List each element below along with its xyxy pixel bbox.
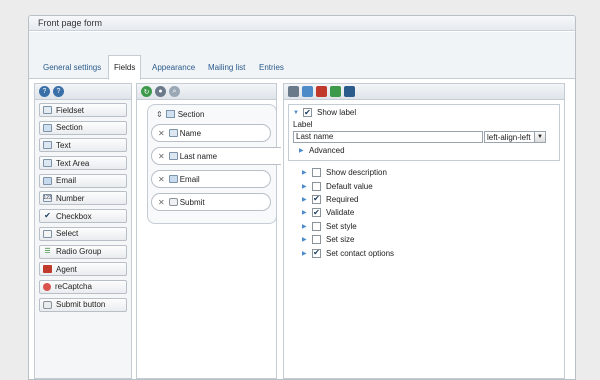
set-style-checkbox[interactable] [312, 221, 321, 231]
form-field-email[interactable]: ✕ Email [151, 170, 271, 188]
label-text-input[interactable]: Last name [293, 131, 483, 144]
palette-checkbox-button[interactable]: ✔ Checkbox [39, 209, 127, 224]
palette-email-button[interactable]: Email [39, 173, 127, 188]
expand-arrow-icon[interactable]: ▶ [302, 236, 312, 243]
expand-arrow-icon[interactable]: ▶ [302, 209, 312, 216]
section-icon [43, 123, 52, 132]
palette-text-button[interactable]: Text [39, 138, 127, 153]
properties-toolbar [284, 84, 564, 100]
text-icon [43, 141, 52, 150]
expand-arrow-icon[interactable]: ▶ [299, 147, 309, 154]
required-checkbox[interactable]: ✔ [312, 194, 321, 204]
recaptcha-icon [43, 282, 51, 291]
window-title: Front page form [29, 16, 575, 31]
remove-icon[interactable]: ✕ [158, 152, 165, 161]
refresh-icon[interactable]: ↻ [141, 86, 152, 97]
label-heading: Label [293, 120, 313, 130]
set-contact-options-checkbox[interactable]: ✔ [312, 248, 321, 258]
default-value-checkbox[interactable] [312, 181, 321, 191]
tab-bar: General settings Fields Appearance Maili… [29, 32, 575, 80]
section-container: ⇕ Section ✕ Name ✕ Last name ✕ Email ✕ Submi… [147, 104, 281, 224]
textarea-icon [43, 159, 52, 168]
palette-section-button[interactable]: Section [39, 120, 127, 135]
checkbox-icon: ✔ [44, 211, 51, 221]
collapse-arrow-icon[interactable]: ▼ [293, 110, 303, 116]
advanced-toggle[interactable]: Advanced [309, 146, 345, 155]
fieldset-icon [43, 106, 52, 114]
expand-arrow-icon[interactable]: ▶ [302, 223, 312, 230]
palette-agent-button[interactable]: Agent [39, 262, 127, 277]
show-label-checkbox[interactable]: ✔ [303, 108, 312, 118]
show-label-text: Show label [317, 108, 357, 118]
section-header[interactable]: ⇕ Section [156, 108, 204, 120]
set-size-checkbox[interactable] [312, 235, 321, 245]
palette-fieldset-button[interactable]: Fieldset [39, 103, 127, 117]
pin-icon[interactable] [344, 86, 355, 97]
text-field-icon [168, 129, 178, 137]
info-icon[interactable]: ? [53, 86, 64, 97]
palette-number-button[interactable]: 123 Number [39, 191, 127, 206]
tab-general-settings[interactable]: General settings [38, 58, 106, 79]
agent-icon [43, 265, 52, 274]
email-icon [43, 176, 52, 185]
move-icon[interactable]: ⇕ [156, 110, 163, 119]
remove-icon[interactable]: ✕ [158, 175, 165, 184]
align-icon[interactable] [302, 86, 313, 97]
label-settings-group: ▼ ✔ Show label Label Last name left-alig… [288, 104, 560, 161]
palette-textarea-button[interactable]: Text Area [39, 156, 127, 171]
tab-fields[interactable]: Fields [108, 55, 142, 80]
form-canvas-panel: ↻ ● ⌕ ⇕ Section ✕ Name ✕ Last name ✕ Email … [136, 83, 281, 379]
validate-checkbox[interactable]: ✔ [312, 208, 321, 218]
form-field-name[interactable]: ✕ Name [151, 124, 271, 142]
palette-recaptcha-button[interactable]: reCaptcha [39, 279, 127, 294]
zoom-icon[interactable]: ⌕ [169, 86, 180, 97]
field-properties-panel: ▼ ✔ Show label Label Last name left-alig… [283, 83, 565, 379]
eye-icon[interactable]: ● [155, 86, 166, 97]
form-builder-window: Front page form General settings Fields … [28, 15, 576, 380]
submit-icon [43, 300, 52, 309]
select-icon [43, 229, 52, 238]
expand-arrow-icon[interactable]: ▶ [302, 196, 312, 203]
section-title: Section [177, 109, 205, 119]
tab-appearance[interactable]: Appearance [147, 58, 200, 79]
email-field-icon [168, 175, 178, 183]
text-field-icon [168, 152, 178, 160]
copy-icon[interactable] [330, 86, 341, 97]
form-field-submit[interactable]: ✕ Submit [151, 193, 271, 211]
submit-field-icon [168, 198, 178, 206]
remove-icon[interactable]: ✕ [158, 198, 165, 207]
expand-arrow-icon[interactable]: ▶ [302, 250, 312, 257]
remove-icon[interactable]: ✕ [158, 129, 165, 138]
chevron-down-icon: ▼ [534, 132, 545, 143]
expand-arrow-icon[interactable]: ▶ [302, 169, 312, 176]
tab-mailing-list[interactable]: Mailing list [203, 58, 250, 79]
section-icon [165, 110, 175, 118]
field-options-list: ▶ Show description ▶ Default value ▶ ✔ Requi… [302, 168, 395, 258]
palette-select-button[interactable]: Select [39, 226, 127, 241]
field-palette-panel: ? ? Fieldset Section Text Text Area Emai… [34, 83, 132, 379]
palette-radio-group-button[interactable]: ☰ Radio Group [39, 244, 127, 259]
show-description-checkbox[interactable] [312, 168, 321, 178]
expand-arrow-icon[interactable]: ▶ [302, 183, 312, 190]
form-field-last-name[interactable]: ✕ Last name [151, 147, 281, 165]
tab-entries[interactable]: Entries [254, 58, 289, 79]
palette-submit-button[interactable]: Submit button [39, 297, 127, 312]
delete-icon[interactable] [316, 86, 327, 97]
form-toolbar: ↻ ● ⌕ [137, 84, 276, 100]
help-icon[interactable]: ? [39, 86, 50, 97]
save-icon[interactable] [288, 86, 299, 97]
label-align-select[interactable]: left-align-left ▼ [484, 131, 546, 144]
palette-toolbar: ? ? [35, 84, 131, 100]
radio-group-icon: ☰ [44, 247, 51, 255]
